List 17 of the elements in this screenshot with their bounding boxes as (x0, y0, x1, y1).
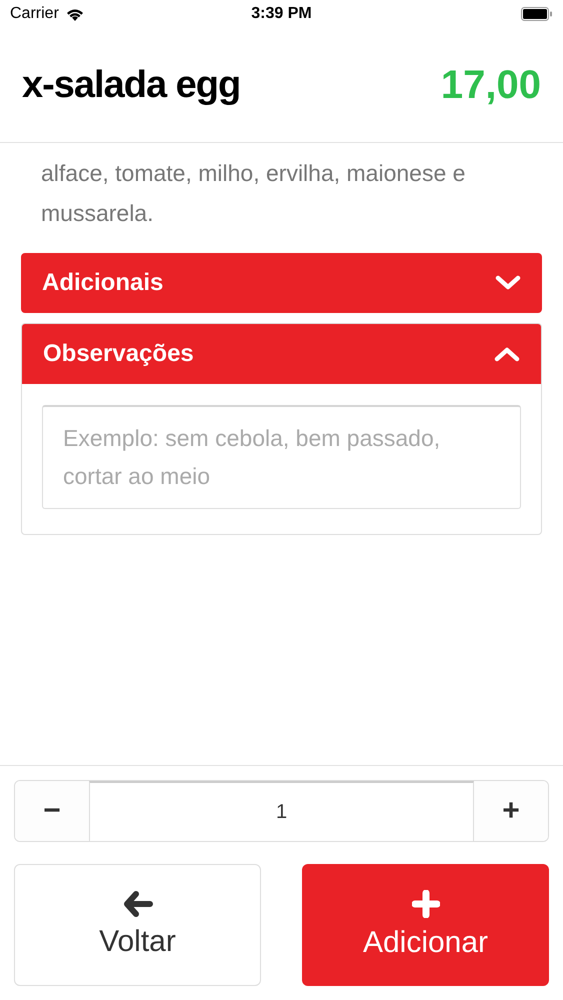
arrow-left-icon (122, 891, 152, 917)
accordion-header[interactable]: Observações (22, 324, 541, 384)
product-title: x-salada egg (22, 64, 240, 106)
wifi-icon (66, 8, 84, 20)
carrier-label: Carrier (10, 5, 59, 23)
clock-time: 3:39 PM (251, 5, 312, 23)
back-button[interactable]: Voltar (14, 864, 261, 986)
chevron-up-icon (494, 346, 520, 362)
chevron-down-icon (495, 275, 521, 291)
notes-field[interactable]: Exemplo: sem cebola, bem passado, cortar ao meio (42, 405, 521, 509)
add-button[interactable]: Adicionar (302, 864, 549, 986)
quantity-field[interactable]: 1 (89, 781, 474, 841)
battery-icon (521, 7, 553, 21)
product-description: alface, tomate, milho, ervilha, maionese e mussarela. (41, 159, 466, 228)
accordion-header[interactable]: Adicionais (21, 253, 542, 313)
plus-icon (412, 890, 440, 918)
product-price: 17,00 (440, 62, 541, 108)
